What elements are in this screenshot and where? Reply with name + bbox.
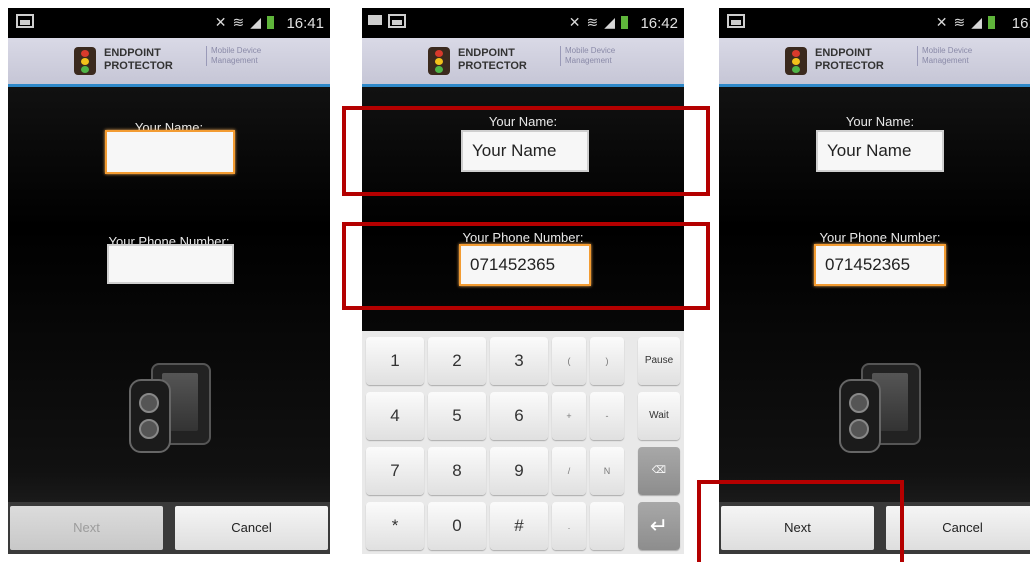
key-hash[interactable]: #: [490, 502, 548, 550]
clock: 16:42: [640, 15, 678, 32]
key-n[interactable]: N: [590, 447, 624, 495]
status-bar: ✕≋◢ 16:41: [8, 8, 330, 38]
brand-tagline: Mobile Device Management: [917, 46, 972, 66]
gallery-notification-icon: [16, 14, 34, 28]
cancel-button[interactable]: Cancel: [175, 506, 328, 550]
key-space[interactable]: [590, 502, 624, 550]
key-close-paren[interactable]: ): [590, 337, 624, 385]
key-9[interactable]: 9: [490, 447, 548, 495]
key-asterisk[interactable]: *: [366, 502, 424, 550]
brand-tagline: Mobile Device Management: [206, 46, 261, 66]
key-4[interactable]: 4: [366, 392, 424, 440]
status-icons: ✕≋◢: [215, 14, 274, 31]
key-0[interactable]: 0: [428, 502, 486, 550]
key-6[interactable]: 6: [490, 392, 548, 440]
gallery-notification-icon: [388, 14, 406, 28]
numeric-keyboard: 1 2 3 ( ) Pause 4 5 6 + - Wait 7 8 9 / N…: [362, 331, 684, 554]
keyboard-notification-icon: [368, 15, 382, 25]
key-minus[interactable]: -: [590, 392, 624, 440]
clock: 16:41: [286, 15, 324, 32]
name-field-highlight: [342, 106, 710, 196]
phone-input[interactable]: [107, 244, 234, 284]
phone-input[interactable]: 071452365: [814, 244, 946, 286]
key-plus[interactable]: +: [552, 392, 586, 440]
button-bar: Next Cancel: [8, 502, 330, 554]
key-8[interactable]: 8: [428, 447, 486, 495]
status-bar: ✕≋◢ 16:42: [362, 8, 684, 38]
mobile-device-illustration-icon: [129, 363, 211, 453]
gallery-notification-icon: [727, 14, 745, 28]
phone-label: Your Phone Number:: [819, 230, 941, 245]
key-slash[interactable]: /: [552, 447, 586, 495]
battery-icon: [267, 16, 274, 29]
name-input[interactable]: [105, 130, 235, 174]
app-header: ENDPOINT PROTECTOR Mobile Device Managemen…: [719, 38, 1030, 87]
clock: 16:4: [1011, 15, 1030, 32]
brand-name: ENDPOINT PROTECTOR: [815, 47, 884, 72]
enter-key-icon[interactable]: ↵: [638, 502, 680, 550]
mobile-device-illustration-icon: [839, 363, 921, 453]
brand-tagline: Mobile Device Management: [560, 46, 615, 66]
key-3[interactable]: 3: [490, 337, 548, 385]
status-bar: ✕≋◢ 16:4: [719, 8, 1030, 38]
key-wait[interactable]: Wait: [638, 392, 680, 440]
status-icons: ✕≋◢: [936, 14, 995, 31]
name-label: Your Name:: [845, 114, 915, 129]
traffic-light-logo-icon: [428, 47, 450, 75]
key-pause[interactable]: Pause: [638, 337, 680, 385]
key-open-paren[interactable]: (: [552, 337, 586, 385]
brand-name: ENDPOINT PROTECTOR: [104, 47, 173, 72]
key-5[interactable]: 5: [428, 392, 486, 440]
next-button[interactable]: Next: [10, 506, 163, 550]
key-1[interactable]: 1: [366, 337, 424, 385]
app-header: ENDPOINT PROTECTOR Mobile Device Managemen…: [8, 38, 330, 87]
battery-icon: [621, 16, 628, 29]
phone-screen-1: ✕≋◢ 16:41 ENDPOINT PROTECTOR Mobile Devic…: [8, 8, 330, 554]
phone-screen-3: ✕≋◢ 16:4 ENDPOINTPROTECTOR Mobile Device…: [719, 8, 1030, 554]
brand-name: ENDPOINT PROTECTOR: [458, 47, 527, 72]
traffic-light-logo-icon: [785, 47, 807, 75]
key-2[interactable]: 2: [428, 337, 486, 385]
battery-icon: [988, 16, 995, 29]
phone-field-highlight: [342, 222, 710, 310]
app-header: ENDPOINT PROTECTOR Mobile Device Managemen…: [362, 38, 684, 87]
cancel-button[interactable]: Cancel: [886, 506, 1030, 550]
backspace-key-icon[interactable]: ⌫: [638, 447, 680, 495]
name-input[interactable]: Your Name: [816, 130, 944, 172]
next-button-highlight: [697, 480, 904, 562]
status-icons: ✕≋◢: [569, 14, 628, 31]
traffic-light-logo-icon: [74, 47, 96, 75]
key-period[interactable]: .: [552, 502, 586, 550]
key-7[interactable]: 7: [366, 447, 424, 495]
